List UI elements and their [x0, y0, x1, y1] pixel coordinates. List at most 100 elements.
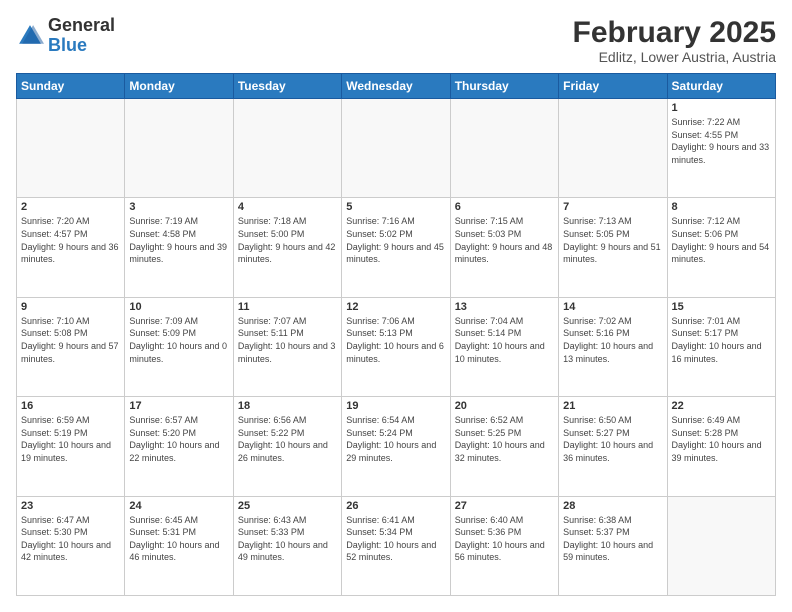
- calendar-cell: 17 Sunrise: 6:57 AM Sunset: 5:20 PM Dayli…: [125, 397, 233, 496]
- calendar-cell: 11Sunrise: 7:07 AM Sunset: 5:11 PM Dayli…: [233, 297, 341, 396]
- header: General Blue February 2025 Edlitz, Lower…: [16, 16, 776, 65]
- day-number: 1: [672, 102, 771, 114]
- calendar-cell: 19 Sunrise: 6:54 AM Sunset: 5:24 PM Dayli…: [342, 397, 450, 496]
- day-info: Sunrise: 7:12 AM Sunset: 5:06 PM Dayligh…: [672, 215, 771, 265]
- calendar-cell: 9Sunrise: 7:10 AM Sunset: 5:08 PM Daylig…: [17, 297, 125, 396]
- calendar-cell: 28 Sunrise: 6:38 AM Sunset: 5:37 PM Dayli…: [559, 496, 667, 595]
- calendar-cell: 16Sunrise: 6:59 AM Sunset: 5:19 PM Dayli…: [17, 397, 125, 496]
- day-header-tuesday: Tuesday: [233, 74, 341, 99]
- day-number: 24: [129, 500, 228, 512]
- day-number: 26: [346, 500, 445, 512]
- day-number: 3: [129, 201, 228, 213]
- logo-text: General Blue: [48, 16, 115, 56]
- day-header-wednesday: Wednesday: [342, 74, 450, 99]
- calendar-cell: [125, 99, 233, 198]
- day-info: Sunrise: 7:07 AM Sunset: 5:11 PM Dayligh…: [238, 315, 337, 365]
- day-info: Sunrise: 6:56 AM Sunset: 5:22 PM Dayligh…: [238, 414, 337, 464]
- day-number: 19: [346, 400, 445, 412]
- calendar-cell: 24 Sunrise: 6:45 AM Sunset: 5:31 PM Dayli…: [125, 496, 233, 595]
- day-info: Sunrise: 7:18 AM Sunset: 5:00 PM Dayligh…: [238, 215, 337, 265]
- day-info: Sunrise: 7:20 AM Sunset: 4:57 PM Dayligh…: [21, 215, 120, 265]
- day-number: 25: [238, 500, 337, 512]
- calendar-cell: 10 Sunrise: 7:09 AM Sunset: 5:09 PM Dayli…: [125, 297, 233, 396]
- calendar-subtitle: Edlitz, Lower Austria, Austria: [573, 49, 776, 65]
- week-row-4: 23 Sunrise: 6:47 AM Sunset: 5:30 PM Dayli…: [17, 496, 776, 595]
- week-row-1: 2 Sunrise: 7:20 AM Sunset: 4:57 PM Daylig…: [17, 198, 776, 297]
- day-info: Sunrise: 6:57 AM Sunset: 5:20 PM Dayligh…: [129, 414, 228, 464]
- day-info: Sunrise: 7:04 AM Sunset: 5:14 PM Dayligh…: [455, 315, 554, 365]
- calendar-cell: [17, 99, 125, 198]
- day-number: 21: [563, 400, 662, 412]
- day-info: Sunrise: 7:02 AM Sunset: 5:16 PM Dayligh…: [563, 315, 662, 365]
- calendar-table: SundayMondayTuesdayWednesdayThursdayFrid…: [16, 73, 776, 596]
- day-header-saturday: Saturday: [667, 74, 775, 99]
- week-row-2: 9Sunrise: 7:10 AM Sunset: 5:08 PM Daylig…: [17, 297, 776, 396]
- calendar-cell: 21 Sunrise: 6:50 AM Sunset: 5:27 PM Dayli…: [559, 397, 667, 496]
- day-number: 16: [21, 400, 120, 412]
- day-header-monday: Monday: [125, 74, 233, 99]
- calendar-cell: 23 Sunrise: 6:47 AM Sunset: 5:30 PM Dayli…: [17, 496, 125, 595]
- day-info: Sunrise: 6:38 AM Sunset: 5:37 PM Dayligh…: [563, 514, 662, 564]
- day-number: 22: [672, 400, 771, 412]
- calendar-cell: 6 Sunrise: 7:15 AM Sunset: 5:03 PM Daylig…: [450, 198, 558, 297]
- day-info: Sunrise: 7:09 AM Sunset: 5:09 PM Dayligh…: [129, 315, 228, 365]
- calendar-cell: [450, 99, 558, 198]
- day-info: Sunrise: 6:43 AM Sunset: 5:33 PM Dayligh…: [238, 514, 337, 564]
- day-info: Sunrise: 6:45 AM Sunset: 5:31 PM Dayligh…: [129, 514, 228, 564]
- calendar-title: February 2025: [573, 16, 776, 49]
- calendar-cell: 1 Sunrise: 7:22 AM Sunset: 4:55 PM Daylig…: [667, 99, 775, 198]
- day-number: 2: [21, 201, 120, 213]
- day-number: 27: [455, 500, 554, 512]
- day-info: Sunrise: 7:19 AM Sunset: 4:58 PM Dayligh…: [129, 215, 228, 265]
- calendar-cell: 15 Sunrise: 7:01 AM Sunset: 5:17 PM Dayli…: [667, 297, 775, 396]
- calendar-cell: 18 Sunrise: 6:56 AM Sunset: 5:22 PM Dayli…: [233, 397, 341, 496]
- day-info: Sunrise: 7:06 AM Sunset: 5:13 PM Dayligh…: [346, 315, 445, 365]
- calendar-cell: 4 Sunrise: 7:18 AM Sunset: 5:00 PM Daylig…: [233, 198, 341, 297]
- day-number: 17: [129, 400, 228, 412]
- day-number: 12: [346, 301, 445, 313]
- day-number: 4: [238, 201, 337, 213]
- calendar-cell: 3 Sunrise: 7:19 AM Sunset: 4:58 PM Daylig…: [125, 198, 233, 297]
- day-number: 6: [455, 201, 554, 213]
- day-info: Sunrise: 7:22 AM Sunset: 4:55 PM Dayligh…: [672, 116, 771, 166]
- day-number: 8: [672, 201, 771, 213]
- day-info: Sunrise: 7:01 AM Sunset: 5:17 PM Dayligh…: [672, 315, 771, 365]
- calendar-cell: 5 Sunrise: 7:16 AM Sunset: 5:02 PM Daylig…: [342, 198, 450, 297]
- day-info: Sunrise: 6:50 AM Sunset: 5:27 PM Dayligh…: [563, 414, 662, 464]
- day-number: 13: [455, 301, 554, 313]
- logo-general: General: [48, 15, 115, 35]
- day-header-sunday: Sunday: [17, 74, 125, 99]
- week-row-0: 1 Sunrise: 7:22 AM Sunset: 4:55 PM Daylig…: [17, 99, 776, 198]
- logo-blue: Blue: [48, 35, 87, 55]
- calendar-cell: 26 Sunrise: 6:41 AM Sunset: 5:34 PM Dayli…: [342, 496, 450, 595]
- title-block: February 2025 Edlitz, Lower Austria, Aus…: [573, 16, 776, 65]
- calendar-cell: [233, 99, 341, 198]
- day-number: 9: [21, 301, 120, 313]
- day-number: 15: [672, 301, 771, 313]
- day-number: 20: [455, 400, 554, 412]
- day-number: 23: [21, 500, 120, 512]
- day-info: Sunrise: 7:13 AM Sunset: 5:05 PM Dayligh…: [563, 215, 662, 265]
- day-info: Sunrise: 6:54 AM Sunset: 5:24 PM Dayligh…: [346, 414, 445, 464]
- week-row-3: 16Sunrise: 6:59 AM Sunset: 5:19 PM Dayli…: [17, 397, 776, 496]
- calendar-cell: 2 Sunrise: 7:20 AM Sunset: 4:57 PM Daylig…: [17, 198, 125, 297]
- day-info: Sunrise: 6:47 AM Sunset: 5:30 PM Dayligh…: [21, 514, 120, 564]
- calendar-cell: 22 Sunrise: 6:49 AM Sunset: 5:28 PM Dayli…: [667, 397, 775, 496]
- day-number: 5: [346, 201, 445, 213]
- day-info: Sunrise: 6:40 AM Sunset: 5:36 PM Dayligh…: [455, 514, 554, 564]
- logo-icon: [16, 22, 44, 50]
- day-number: 28: [563, 500, 662, 512]
- calendar-cell: [667, 496, 775, 595]
- day-info: Sunrise: 6:49 AM Sunset: 5:28 PM Dayligh…: [672, 414, 771, 464]
- calendar-cell: 12 Sunrise: 7:06 AM Sunset: 5:13 PM Dayli…: [342, 297, 450, 396]
- day-number: 18: [238, 400, 337, 412]
- day-info: Sunrise: 7:15 AM Sunset: 5:03 PM Dayligh…: [455, 215, 554, 265]
- day-header-friday: Friday: [559, 74, 667, 99]
- calendar-cell: 20Sunrise: 6:52 AM Sunset: 5:25 PM Dayli…: [450, 397, 558, 496]
- day-number: 14: [563, 301, 662, 313]
- day-header-thursday: Thursday: [450, 74, 558, 99]
- day-number: 10: [129, 301, 228, 313]
- day-info: Sunrise: 6:41 AM Sunset: 5:34 PM Dayligh…: [346, 514, 445, 564]
- day-info: Sunrise: 7:16 AM Sunset: 5:02 PM Dayligh…: [346, 215, 445, 265]
- calendar-cell: 25 Sunrise: 6:43 AM Sunset: 5:33 PM Dayli…: [233, 496, 341, 595]
